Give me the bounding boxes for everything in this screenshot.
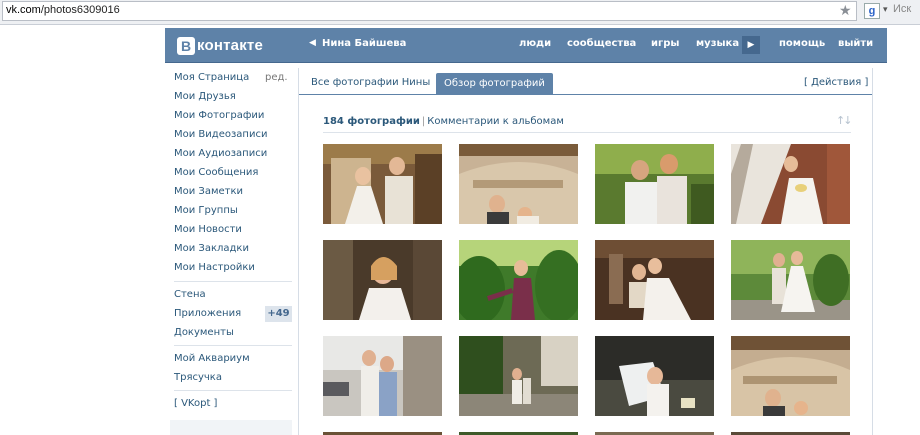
site-header: Bконтакте ◀ Нина Байшева люди сообщества… xyxy=(165,28,887,63)
logo-text: контакте xyxy=(197,37,264,54)
tab-photo-overview[interactable]: Обзор фотографий xyxy=(436,73,553,94)
browser-toolbar: vk.com/photos6309016 ★ g ▾ Иск xyxy=(0,0,920,25)
vk-logo[interactable]: Bконтакте xyxy=(177,35,263,55)
photos-summary: 184 фотографии | Комментарии к альбомам xyxy=(323,116,564,127)
google-icon[interactable]: g xyxy=(864,3,880,19)
photos-content: Все фотографии Нины Обзор фотографий [ Д… xyxy=(298,68,873,435)
sidebar-divider xyxy=(174,345,292,346)
sidebar-item-friends[interactable]: Мои Друзья xyxy=(174,91,236,102)
back-arrow-icon[interactable]: ◀ xyxy=(309,38,316,48)
sidebar-item-bookmarks[interactable]: Мои Закладки xyxy=(174,243,249,254)
url-host: vk.com xyxy=(6,4,41,16)
tab-all-photos[interactable]: Все фотографии Нины xyxy=(311,77,430,88)
photo-thumbnail[interactable] xyxy=(595,144,714,224)
sidebar-item-messages[interactable]: Мои Сообщения xyxy=(174,167,258,178)
photo-thumbnail[interactable] xyxy=(731,240,850,320)
tabs-bar: Все фотографии Нины Обзор фотографий [ Д… xyxy=(299,68,872,95)
photos-count-link[interactable]: 184 фотографии xyxy=(323,116,420,127)
nav-games[interactable]: игры xyxy=(651,38,679,49)
nav-logout[interactable]: выйти xyxy=(838,38,873,49)
sidebar-block xyxy=(170,420,292,435)
summary-divider xyxy=(323,132,851,133)
sidebar-item-shaker[interactable]: Трясучка xyxy=(174,372,222,383)
edit-link[interactable]: ред. xyxy=(265,72,288,83)
sidebar-item-documents[interactable]: Документы xyxy=(174,327,234,338)
star-icon[interactable]: ★ xyxy=(839,3,852,19)
url-text: vk.com/photos6309016 xyxy=(6,4,120,16)
photo-thumbnail[interactable] xyxy=(595,336,714,416)
search-input[interactable]: Иск xyxy=(893,3,911,15)
photo-thumbnail[interactable] xyxy=(459,336,578,416)
sidebar-item-apps[interactable]: Приложения xyxy=(174,308,241,319)
sidebar-item-audio[interactable]: Мои Аудиозаписи xyxy=(174,148,267,159)
photo-thumbnail[interactable] xyxy=(323,240,442,320)
photo-thumbnail[interactable] xyxy=(595,240,714,320)
sidebar-item-my-page[interactable]: Моя Страница xyxy=(174,72,249,83)
play-icon[interactable]: ▶ xyxy=(742,36,760,54)
actions-link[interactable]: [ Действия ] xyxy=(804,77,868,88)
photo-thumbnail[interactable] xyxy=(731,144,850,224)
apps-count-badge[interactable]: +49 xyxy=(265,306,292,322)
sort-icon[interactable]: ↑↓ xyxy=(836,114,853,127)
vkopt-link[interactable]: [ VKopt ] xyxy=(174,398,217,409)
url-path: /photos6309016 xyxy=(40,4,120,16)
logo-letter: B xyxy=(177,36,195,55)
album-comments-link[interactable]: Комментарии к альбомам xyxy=(427,116,564,127)
nav-help[interactable]: помощь xyxy=(779,38,825,49)
sidebar-item-photos[interactable]: Мои Фотографии xyxy=(174,110,264,121)
sidebar-item-groups[interactable]: Мои Группы xyxy=(174,205,238,216)
chevron-down-icon[interactable]: ▾ xyxy=(883,5,888,15)
address-bar[interactable]: vk.com/photos6309016 ★ xyxy=(2,1,857,21)
user-name-link[interactable]: Нина Байшева xyxy=(322,38,406,49)
nav-communities[interactable]: сообщества xyxy=(567,38,636,49)
photo-thumbnail[interactable] xyxy=(459,240,578,320)
sidebar-item-news[interactable]: Мои Новости xyxy=(174,224,242,235)
sidebar-item-aquarium[interactable]: Мой Аквариум xyxy=(174,353,250,364)
photo-thumbnail[interactable] xyxy=(323,144,442,224)
photo-thumbnail[interactable] xyxy=(731,336,850,416)
sidebar-item-wall[interactable]: Стена xyxy=(174,289,206,300)
sidebar-item-notes[interactable]: Мои Заметки xyxy=(174,186,243,197)
photo-thumbnail[interactable] xyxy=(323,336,442,416)
photo-thumbnail[interactable] xyxy=(459,144,578,224)
summary-separator: | xyxy=(421,116,426,127)
sidebar-divider xyxy=(174,390,292,391)
sidebar-divider xyxy=(174,281,292,282)
sidebar-item-videos[interactable]: Мои Видеозаписи xyxy=(174,129,267,140)
sidebar-item-settings[interactable]: Мои Настройки xyxy=(174,262,255,273)
nav-music[interactable]: музыка xyxy=(696,38,739,49)
nav-people[interactable]: люди xyxy=(519,38,551,49)
